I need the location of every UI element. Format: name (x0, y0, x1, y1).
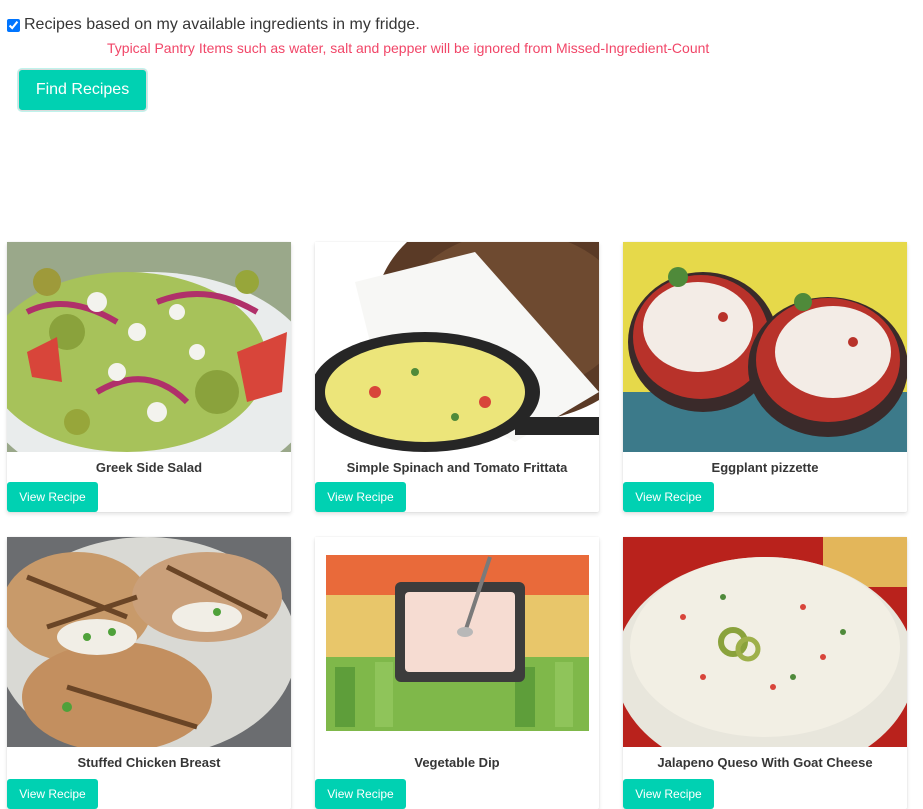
recipe-card: Stuffed Chicken Breast View Recipe (7, 537, 291, 809)
view-recipe-button[interactable]: View Recipe (7, 779, 98, 809)
pantry-note: Typical Pantry Items such as water, salt… (107, 40, 710, 56)
recipe-title: Jalapeno Queso With Goat Cheese (657, 755, 873, 770)
recipe-image-vegetable-dip[interactable] (315, 537, 599, 747)
recipe-card: Eggplant pizzette View Recipe (623, 242, 907, 512)
recipe-image-frittata[interactable] (315, 242, 599, 452)
recipe-title: Simple Spinach and Tomato Frittata (346, 460, 568, 475)
view-recipe-button[interactable]: View Recipe (7, 482, 98, 512)
recipe-card: Greek Side Salad View Recipe (7, 242, 291, 512)
recipe-title: Vegetable Dip (414, 755, 500, 770)
recipe-title: Stuffed Chicken Breast (77, 755, 221, 770)
view-recipe-button[interactable]: View Recipe (623, 482, 714, 512)
recipe-image-stuffed-chicken[interactable] (7, 537, 291, 747)
recipe-card: Jalapeno Queso With Goat Cheese View Rec… (623, 537, 907, 809)
ingredients-filter: Recipes based on my available ingredient… (7, 15, 420, 35)
recipe-title: Eggplant pizzette (711, 460, 819, 475)
fridge-ingredients-checkbox[interactable] (7, 18, 20, 32)
view-recipe-button[interactable]: View Recipe (315, 482, 406, 512)
find-recipes-button[interactable]: Find Recipes (18, 69, 147, 111)
view-recipe-button[interactable]: View Recipe (315, 779, 406, 809)
recipe-card: Vegetable Dip View Recipe (315, 537, 599, 809)
fridge-ingredients-label[interactable]: Recipes based on my available ingredient… (24, 15, 420, 35)
recipe-image-greek-salad[interactable] (7, 242, 291, 452)
recipe-title: Greek Side Salad (95, 460, 203, 475)
recipe-image-jalapeno-queso[interactable] (623, 537, 907, 747)
recipe-card: Simple Spinach and Tomato Frittata View … (315, 242, 599, 512)
recipe-image-eggplant-pizzette[interactable] (623, 242, 907, 452)
view-recipe-button[interactable]: View Recipe (623, 779, 714, 809)
